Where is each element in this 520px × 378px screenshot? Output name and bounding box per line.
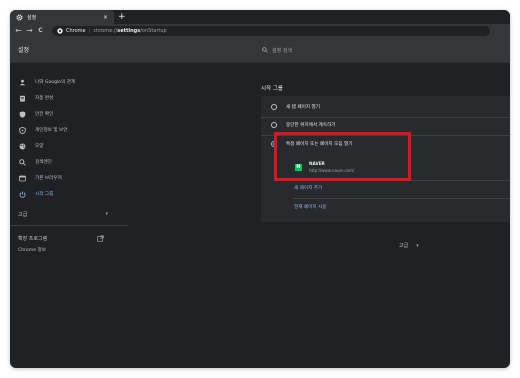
sidebar-item-privacy[interactable]: 개인정보 및 보안	[18, 125, 68, 135]
sidebar-item-default-browser[interactable]: 기본 브라우저	[18, 173, 62, 183]
url-scheme: chrome://	[93, 28, 118, 34]
startup-option-new-tab[interactable]: 새 탭 페이지 열기	[271, 102, 320, 112]
search-placeholder: 설정 검색	[272, 47, 292, 54]
url-site-label: Chrome	[66, 28, 86, 34]
sidebar-item-label: 자동 완성	[35, 96, 54, 101]
advanced-label: 고급	[399, 243, 409, 249]
sidebar-item-label: 안전 확인	[35, 112, 54, 117]
sidebar-advanced-toggle[interactable]: 고급 ▾	[18, 209, 108, 219]
sidebar-advanced-label: 고급	[18, 211, 28, 218]
palette-icon	[18, 142, 27, 151]
add-page-link[interactable]: 새 페이지 추가	[294, 185, 322, 191]
external-link-icon	[96, 234, 104, 242]
url-separator: |	[88, 28, 91, 34]
new-tab-button[interactable]: +	[118, 11, 126, 23]
tab-strip: 설정 × +	[10, 10, 510, 24]
address-bar[interactable]: Chrome | chrome:// settings /onStartup	[52, 26, 490, 36]
use-current-pages-link[interactable]: 현재 페이지 사용	[294, 204, 327, 210]
url-path: /onStartup	[140, 28, 167, 34]
search-icon	[261, 46, 269, 54]
divider	[261, 117, 510, 118]
toolbar: ← → C Chrome | chrome:// settings /onSta…	[10, 24, 510, 38]
sidebar-item-about-chrome[interactable]: Chrome 정보	[18, 247, 46, 253]
sidebar-item-label: 시작 그룹	[35, 192, 54, 197]
sidebar-item-you-and-google[interactable]: 나와 Google의 관계	[18, 77, 75, 87]
sidebar-item-label: 검색엔진	[35, 160, 52, 165]
sidebar-divider	[10, 225, 128, 226]
search-icon	[18, 158, 27, 167]
back-button[interactable]: ←	[13, 24, 24, 38]
sidebar-item-extensions[interactable]: 확장 프로그램	[18, 233, 104, 243]
section-title: 시작 그룹	[261, 86, 283, 92]
close-tab-icon[interactable]: ×	[103, 14, 108, 21]
gear-icon	[14, 12, 24, 22]
clipboard-icon	[18, 94, 27, 103]
sidebar-item-autofill[interactable]: 자동 완성	[18, 93, 53, 103]
radio-label: 중단한 위치에서 계속하기	[286, 123, 336, 128]
reload-button[interactable]: C	[35, 24, 46, 38]
startup-option-continue[interactable]: 중단한 위치에서 계속하기	[271, 120, 335, 130]
chrome-icon	[57, 28, 63, 34]
sidebar-extensions-label: 확장 프로그램	[18, 235, 48, 242]
sidebar-item-label: 개인정보 및 보안	[35, 128, 68, 133]
sidebar-item-search-engine[interactable]: 검색엔진	[18, 157, 52, 167]
search-input[interactable]: 설정 검색	[261, 44, 510, 56]
sidebar-item-label: 모양	[35, 144, 44, 149]
forward-button[interactable]: →	[24, 24, 35, 38]
sidebar-item-label: 기본 브라우저	[35, 176, 62, 181]
power-icon	[18, 190, 27, 199]
settings-header: 설정 설정 검색	[10, 38, 510, 63]
sidebar: 나와 Google의 관계 자동 완성 안전 확인 개인정보 및 보안 모양 검…	[10, 63, 128, 368]
sidebar-item-on-startup[interactable]: 시작 그룹	[18, 189, 53, 199]
browser-window: 설정 × + ← → C Chrome | chrome:// settings…	[10, 10, 510, 368]
sidebar-item-label: 나와 Google의 관계	[35, 80, 76, 85]
shield-icon	[18, 110, 27, 119]
advanced-toggle[interactable]: 고급 ▾	[399, 242, 419, 250]
tab-title: 설정	[27, 14, 37, 21]
browser-icon	[18, 174, 27, 183]
radio-button[interactable]	[271, 104, 277, 110]
url-host: settings	[117, 28, 141, 34]
sidebar-item-appearance[interactable]: 모양	[18, 141, 43, 151]
divider	[293, 198, 510, 199]
tab-settings[interactable]: 설정 ×	[10, 10, 114, 24]
radio-label: 새 탭 페이지 열기	[286, 105, 320, 110]
page-title: 설정	[18, 47, 30, 54]
chevron-down-icon: ▾	[105, 211, 108, 217]
sidebar-item-safety-check[interactable]: 안전 확인	[18, 109, 53, 119]
lock-icon	[18, 126, 27, 135]
person-icon	[18, 78, 27, 87]
highlight-box	[274, 132, 411, 181]
radio-button[interactable]	[271, 122, 277, 128]
chevron-down-icon: ▾	[416, 242, 419, 249]
